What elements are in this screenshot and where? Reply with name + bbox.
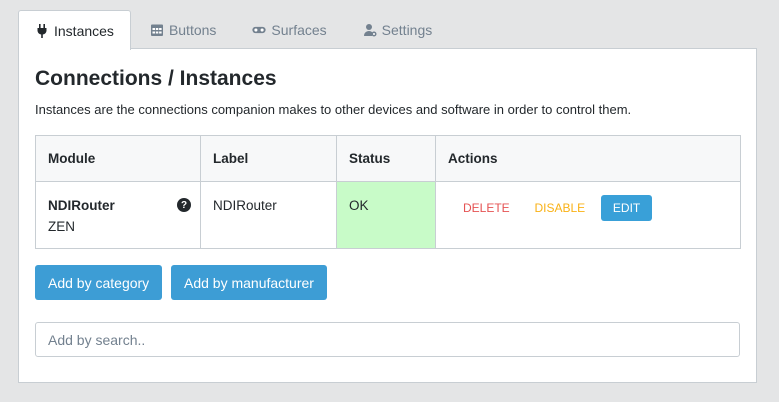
tab-instances[interactable]: Instances — [18, 10, 131, 50]
delete-button[interactable]: DELETE — [454, 196, 519, 220]
actions-cell: DELETE DISABLE EDIT — [435, 181, 741, 249]
module-name-text: NDIRouter — [48, 198, 115, 213]
column-header-status: Status — [336, 135, 436, 182]
question-circle-icon[interactable]: ? — [177, 198, 191, 212]
tab-instances-label: Instances — [54, 22, 114, 39]
module-name: NDIRouter ? — [48, 198, 191, 213]
tab-buttons[interactable]: Buttons — [133, 10, 233, 49]
tab-surfaces[interactable]: Surfaces — [235, 10, 343, 49]
disable-button[interactable]: DISABLE — [525, 196, 594, 220]
add-by-manufacturer-button[interactable]: Add by manufacturer — [171, 265, 327, 300]
plug-icon — [35, 23, 49, 38]
tab-bar: Instances Buttons Surfaces Settings — [18, 10, 451, 50]
calendar-grid-icon — [150, 23, 164, 37]
table-header-row: Module Label Status Actions — [35, 135, 741, 182]
column-header-actions: Actions — [435, 135, 741, 182]
tab-settings-label: Settings — [381, 22, 433, 38]
user-cog-icon — [363, 23, 377, 37]
search-input[interactable] — [35, 322, 740, 357]
tab-buttons-label: Buttons — [168, 22, 217, 38]
module-manufacturer: ZEN — [48, 219, 75, 234]
tab-surfaces-label: Surfaces — [271, 22, 327, 38]
edit-button[interactable]: EDIT — [600, 195, 653, 221]
status-cell: OK — [336, 181, 436, 249]
tab-settings[interactable]: Settings — [346, 10, 450, 49]
instances-panel: Connections / Instances Instances are th… — [18, 48, 757, 383]
add-by-category-button[interactable]: Add by category — [35, 265, 163, 300]
instances-table: Module Label Status Actions NDIRouter ? … — [35, 135, 741, 249]
column-header-module: Module — [35, 135, 201, 182]
column-header-label: Label — [200, 135, 337, 182]
table-row: NDIRouter ? ZEN NDIRouter OK DELETE DISA… — [35, 181, 741, 249]
actions-group: DELETE DISABLE EDIT — [454, 195, 728, 221]
page-description: Instances are the connections companion … — [35, 102, 632, 117]
module-cell: NDIRouter ? ZEN — [35, 181, 201, 249]
label-cell: NDIRouter — [200, 181, 337, 249]
gamepad-icon — [252, 23, 267, 37]
page-title: Connections / Instances — [35, 67, 277, 90]
